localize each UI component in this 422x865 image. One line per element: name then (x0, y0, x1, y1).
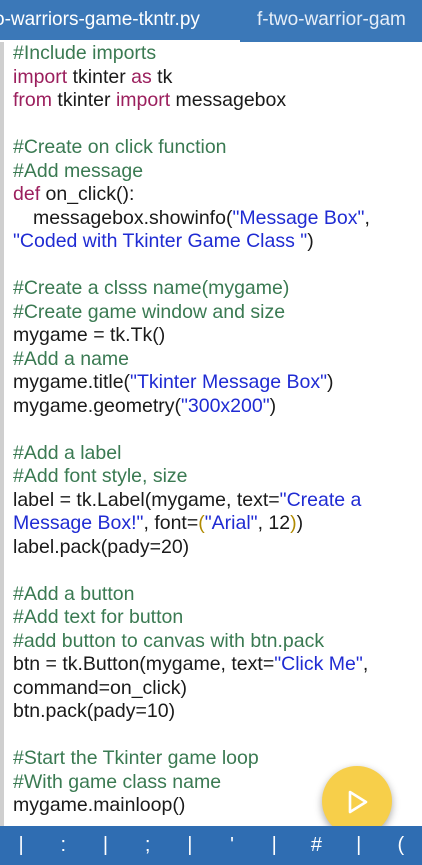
code-token-string: "Coded with Tkinter Game Class " (13, 230, 308, 252)
extra-key[interactable]: ; (127, 826, 169, 865)
extra-key[interactable]: ' (211, 826, 253, 865)
code-token-string: "Message Box" (232, 206, 365, 229)
code-token-text: ) (269, 394, 277, 417)
code-token-text: btn = tk.Button(mygame, text= (13, 653, 275, 675)
code-token-string: "Tkinter Message Box" (130, 371, 328, 393)
code-token-comment: #Include imports (13, 42, 157, 64)
code-token-comment: #Add a label (13, 441, 122, 464)
extra-key[interactable]: | (84, 826, 126, 865)
code-token-keyword: import (13, 65, 68, 88)
code-editor[interactable]: #Include imports import tkinter as tk from… (0, 42, 422, 826)
extra-key[interactable]: | (169, 826, 211, 865)
code-line: #Add text for button (13, 606, 413, 630)
code-token-comment: #Create a clsss name(mygame) (13, 277, 290, 299)
code-line: "Coded with Tkinter Game Class ") (13, 230, 413, 254)
code-token-text: mygame.geometry( (13, 394, 181, 417)
extra-key[interactable]: | (338, 826, 380, 865)
code-token-text: ) (296, 512, 304, 534)
code-token-string: "Create a (279, 488, 362, 511)
code-line: messagebox.showinfo("Message Box", (13, 207, 413, 231)
code-token-text: mygame = tk.Tk() (13, 324, 166, 346)
code-line: mygame.title("Tkinter Message Box") (13, 371, 413, 395)
tab-active-file[interactable]: o-warriors-game-tkntr.py (0, 0, 200, 42)
code-line: label = tk.Label(mygame, text="Create a (13, 489, 413, 513)
code-line: from tkinter import messagebox (13, 89, 413, 113)
code-token-comment: #Add message (13, 159, 144, 182)
code-line: #Create a clsss name(mygame) (13, 277, 413, 301)
code-token-comment: #With game class name (13, 770, 222, 793)
code-token-keyword: as (131, 65, 152, 88)
code-token-string: "Arial" (204, 512, 258, 534)
code-line: mygame = tk.Tk() (13, 324, 413, 348)
code-token-comment: #Start the Tkinter game loop (13, 747, 259, 769)
extra-key[interactable]: | (0, 826, 42, 865)
extra-key[interactable]: ( (380, 826, 422, 865)
code-token-text: messagebox.showinfo( (33, 206, 233, 229)
tab-bar: o-warriors-game-tkntr.py f-two-warrior-g… (0, 0, 422, 42)
code-line: #Add a button (13, 583, 413, 607)
code-line: #Add font style, size (13, 465, 413, 489)
code-token-text: label.pack(pady=20) (13, 535, 190, 558)
code-token-text: ) (327, 371, 334, 393)
code-line: command=on_click) (13, 677, 413, 701)
code-token-string: "300x200" (180, 394, 270, 417)
code-token-text: , font= (143, 512, 199, 534)
tab-second-file[interactable]: f-two-warrior-gam (257, 0, 406, 42)
code-token-comment: #Create on click function (13, 136, 227, 158)
code-token-keyword: def (13, 183, 41, 205)
code-token-text: tkinter (67, 65, 132, 88)
code-line: Message Box!", font=("Arial", 12)) (13, 512, 413, 536)
code-line: #Add a name (13, 348, 413, 372)
code-token-text: , (362, 653, 369, 675)
code-token-text: tk (151, 65, 173, 88)
code-token-keyword: import (115, 89, 171, 111)
code-token-text: ) (307, 230, 314, 252)
editor-gutter (0, 42, 4, 826)
code-line: #Create on click function (13, 136, 413, 160)
code-token-text: on_click(): (40, 183, 135, 205)
code-text-area[interactable]: #Include imports import tkinter as tk from… (13, 42, 413, 818)
code-token-text: label = tk.Label(mygame, text= (13, 488, 280, 511)
code-line: #Add message (13, 160, 413, 184)
code-token-text: messagebox (170, 89, 287, 111)
code-line: import tkinter as tk (13, 66, 413, 90)
code-token-string: Message Box!" (13, 512, 144, 534)
extra-key[interactable]: # (295, 826, 337, 865)
code-token-comment: #Create game window and size (13, 300, 286, 323)
code-line: label.pack(pady=20) (13, 536, 413, 560)
code-line: btn = tk.Button(mygame, text="Click Me", (13, 653, 413, 677)
code-token-text: , (364, 206, 370, 229)
code-token-text: mygame.mainloop() (13, 794, 186, 816)
code-token-text: btn.pack(pady=10) (13, 700, 176, 722)
code-line: #Include imports (13, 42, 413, 66)
code-token-text: mygame.title( (13, 371, 131, 393)
play-icon (348, 790, 368, 814)
code-token-keyword: from (13, 89, 52, 111)
code-token-comment: #Add a name (13, 347, 130, 370)
extra-key[interactable]: : (42, 826, 84, 865)
code-token-string: "Click Me" (274, 653, 363, 675)
code-token-text: command=on_click) (13, 676, 187, 699)
code-token-comment: #Add text for button (13, 606, 184, 628)
code-line: mygame.geometry("300x200") (13, 395, 413, 419)
code-token-comment: #Add a button (13, 582, 135, 605)
code-token-comment: #add button to canvas with btn.pack (13, 629, 325, 652)
extra-key[interactable]: | (253, 826, 295, 865)
code-line: #Create game window and size (13, 301, 413, 325)
extra-keys-bar: |: |; | ' | # |( (0, 826, 422, 865)
code-token-text: , 12 (257, 512, 291, 534)
code-line: #add button to canvas with btn.pack (13, 630, 413, 654)
code-line: #Add a label (13, 442, 413, 466)
code-token-text: tkinter (52, 89, 116, 111)
code-line: btn.pack(pady=10) (13, 700, 413, 724)
code-line: def on_click(): (13, 183, 413, 207)
code-token-comment: #Add font style, size (13, 465, 188, 487)
